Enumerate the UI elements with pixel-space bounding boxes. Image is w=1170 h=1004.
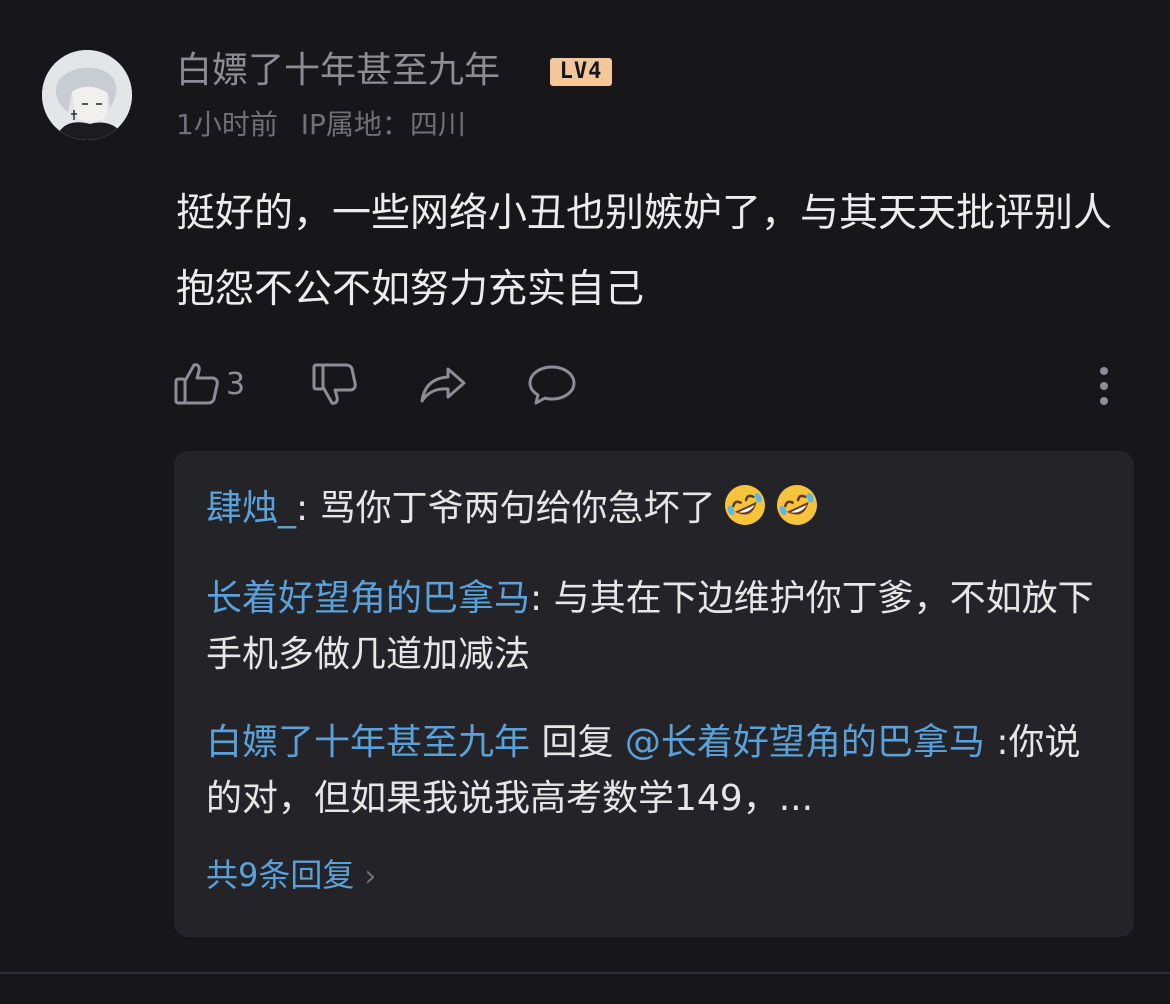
- comment-meta: 1小时前 IP属地：四川: [176, 106, 466, 144]
- reply-author[interactable]: 肆烛_: [206, 488, 296, 529]
- level-badge: LV4: [550, 58, 612, 86]
- reply-mention[interactable]: @长着好望角的巴拿马: [625, 722, 985, 763]
- reply-author[interactable]: 白嫖了十年甚至九年: [206, 722, 530, 763]
- reply-separator: :: [530, 578, 554, 619]
- thumbs-up-icon: [174, 363, 219, 405]
- reply-item[interactable]: 白嫖了十年甚至九年 回复 @长着好望角的巴拿马 :你说的对，但如果我说我高考数学…: [206, 715, 1096, 827]
- avatar-image: [42, 50, 132, 140]
- reply-item[interactable]: 肆烛_: 骂你丁爷两句给你急坏了: [206, 481, 1096, 537]
- comment-icon: [528, 365, 576, 405]
- dislike-button[interactable]: [310, 354, 360, 414]
- reply-separator: :: [984, 722, 1009, 763]
- reply-separator: :: [296, 488, 320, 529]
- rolling-on-floor-laughing-emoji: [724, 485, 765, 525]
- ip-location: IP属地：四川: [300, 108, 466, 141]
- comment-username[interactable]: 白嫖了十年甚至九年: [176, 48, 500, 94]
- thumbs-down-icon: [312, 363, 357, 405]
- avatar[interactable]: [42, 50, 132, 140]
- comment-time: 1小时前: [176, 108, 278, 141]
- like-count: 3: [226, 366, 246, 402]
- total-replies-label: 共9条回复: [206, 856, 355, 894]
- more-vertical-icon: [1100, 367, 1108, 405]
- divider: [0, 972, 1170, 974]
- rolling-on-floor-laughing-emoji: [776, 485, 817, 525]
- share-icon: [420, 367, 466, 403]
- replies-panel[interactable]: 肆烛_: 骂你丁爷两句给你急坏了 长着好望角的巴拿马: 与其在下边维护你丁爹，不…: [174, 451, 1134, 937]
- chevron-right-icon: ›: [364, 859, 377, 894]
- comment-text: 挺好的，一些网络小丑也别嫉妒了，与其天天批评别人抱怨不公不如努力充实自己: [176, 191, 1113, 312]
- reply-text: 骂你丁爷两句给你急坏了: [319, 488, 716, 529]
- reply-author[interactable]: 长着好望角的巴拿马: [206, 578, 530, 619]
- more-options-button[interactable]: [1092, 354, 1116, 414]
- share-button[interactable]: [418, 354, 470, 414]
- reply-item[interactable]: 长着好望角的巴拿马: 与其在下边维护你丁爹，不如放下手机多做几道加减法: [206, 571, 1096, 683]
- comment-actions: 3: [172, 354, 1132, 414]
- reply-button[interactable]: [526, 354, 578, 414]
- like-button[interactable]: 3: [172, 354, 245, 414]
- reply-word: 回复: [530, 722, 625, 763]
- view-all-replies-link[interactable]: 共9条回复 ›: [206, 851, 376, 901]
